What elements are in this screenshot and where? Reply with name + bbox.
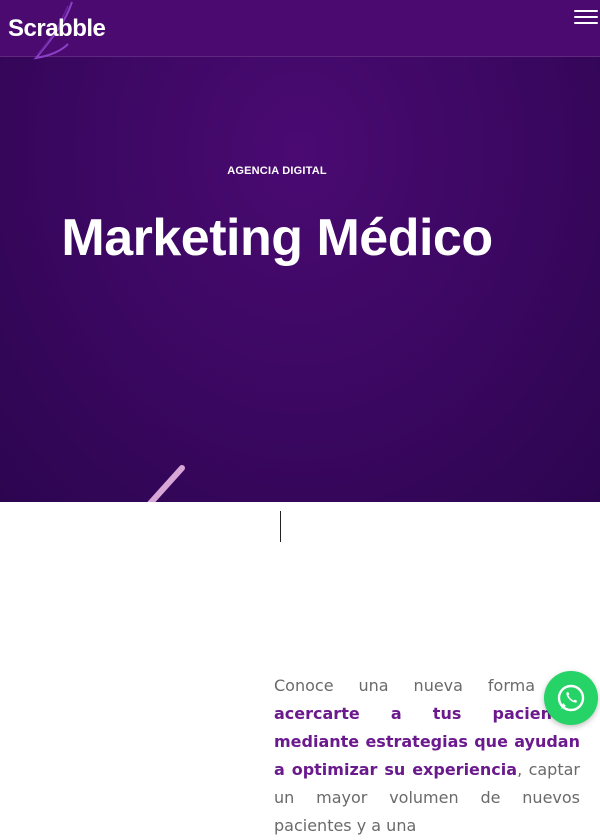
site-header: Scrabble: [0, 0, 600, 60]
whatsapp-button[interactable]: [544, 671, 598, 725]
intro-text-start: Conoce una nueva forma de: [274, 676, 580, 695]
hamburger-icon: [574, 10, 598, 24]
logo-text: Scrabble: [8, 15, 106, 42]
intro-paragraph: Conoce una nueva forma de acercarte a tu…: [274, 672, 580, 840]
divider-line: [280, 511, 281, 542]
whatsapp-icon: [557, 684, 585, 712]
hero-section: Scrabble AGENCIA DIGITAL Marketing Médic…: [0, 0, 600, 502]
hero-title: Marketing Médico: [61, 209, 493, 267]
logo[interactable]: Scrabble: [8, 1, 118, 60]
hero-eyebrow: AGENCIA DIGITAL: [227, 165, 327, 177]
menu-button[interactable]: [574, 10, 598, 28]
decorative-line: [147, 465, 185, 502]
